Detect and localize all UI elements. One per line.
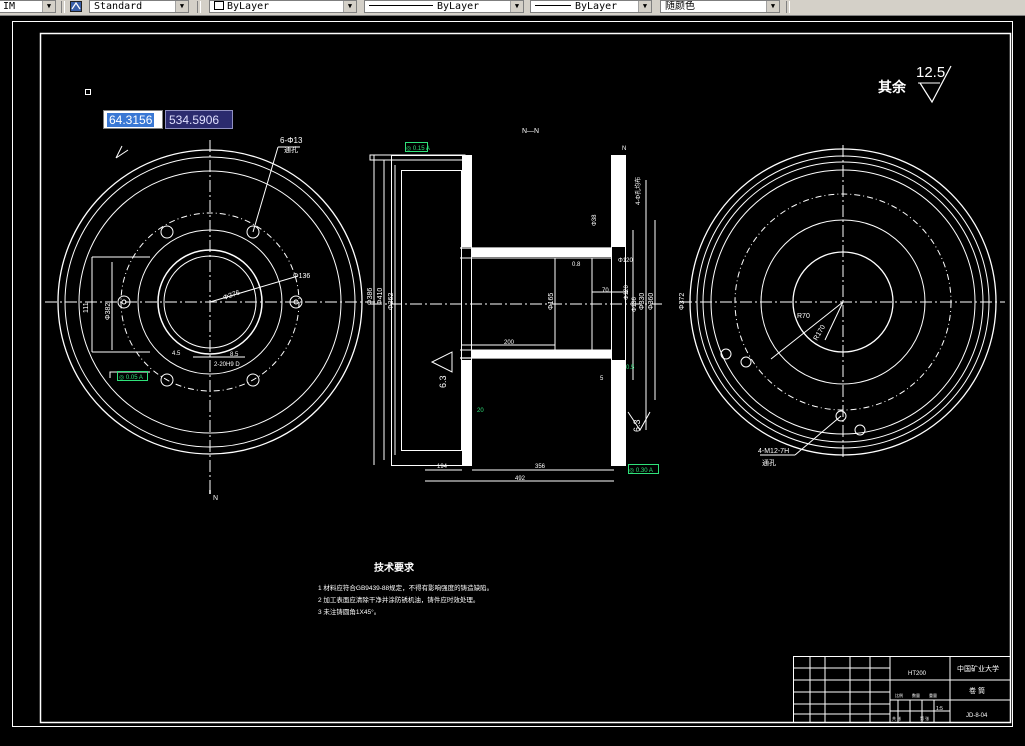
right-view [680, 145, 1005, 460]
tb-material: HT200 [908, 671, 927, 677]
sec-dim-7: Φ120 [624, 285, 630, 300]
sec-dim-16: 492 [515, 476, 526, 482]
chevron-down-icon[interactable]: ▼ [343, 1, 356, 12]
section-mark-top: N [622, 146, 626, 152]
left-dim-4: 2-20H9 D [214, 362, 240, 368]
tech-req-line-2: 2 加工表面应清除干净并涂防锈机油，铸件应时效处理。 [318, 595, 479, 604]
plotstyle-combo[interactable]: 随颜色 ▼ [660, 0, 780, 13]
left-dim-6: 8.5 [230, 352, 239, 358]
left-tolerance-text: ◎ 0.05 A [119, 375, 143, 381]
section-mark-bottom: N [213, 495, 218, 502]
lineweight-value: ByLayer [575, 1, 618, 12]
section-labels: N—N N Φ386 Φ410 Φ362 Φ165 Φ330 Φ360 Φ372… [367, 128, 686, 482]
sec-dim-20: 0.5 [626, 365, 635, 371]
section-title: N—N [522, 128, 539, 135]
textstyle-value: Standard [94, 1, 143, 12]
sec-dim-12: 70 [602, 288, 609, 294]
sec-tolerance-bottom: ◎ 0.30 A [629, 468, 653, 474]
roughness-symbol: 其余 12.5 [878, 64, 952, 104]
dimstyle-value: IM [3, 1, 16, 12]
tech-req-title: 技术要求 [374, 561, 415, 574]
drawing-frame [39, 32, 1012, 724]
sec-dim-15: 194 [437, 464, 448, 470]
sec-dim-21: 6.3 [438, 375, 448, 388]
dynamic-input-y[interactable]: 534.5906 [165, 110, 233, 129]
left-holes-note-b: 通孔 [284, 145, 298, 154]
sec-dim-1: Φ410 [377, 288, 384, 305]
linetype-value: ByLayer [437, 1, 480, 12]
textstyle-combo[interactable]: Standard ▼ [89, 0, 189, 13]
tb-small-1: 数量 [912, 692, 920, 698]
sec-dim-19: 5 [600, 376, 604, 382]
chevron-down-icon[interactable]: ▼ [510, 1, 523, 12]
technical-requirements: 技术要求 1 材料应符合GB9439-88规定，不得有影响强度的铸造缺陷。 2 … [318, 561, 493, 616]
tb-scale: 1:5 [936, 706, 943, 712]
sec-dim-23: 0.8 [572, 262, 581, 268]
toolbar-separator [61, 1, 65, 13]
toolbar-separator [786, 1, 790, 13]
tb-drawing-no: JD-8-04 [966, 713, 988, 719]
chevron-down-icon[interactable]: ▼ [175, 1, 188, 12]
right-dim-3: 通孔 [762, 458, 776, 467]
chevron-down-icon[interactable]: ▼ [766, 1, 779, 12]
left-dim-0: Φ136 [293, 273, 310, 280]
left-dim-1: Φ276 [222, 289, 241, 302]
right-dim-0: R70 [797, 313, 810, 320]
roughness-symbol-small [430, 351, 453, 373]
tb-part-name: 卷 筒 [969, 686, 985, 695]
tb-small-4: 第 张 [920, 715, 929, 721]
tb-small-0: 比例 [895, 692, 903, 698]
right-dim-2: 4-M12-7H [758, 448, 789, 455]
linetype-preview-icon [369, 5, 433, 6]
sec-dim-8: Φ136 [632, 297, 638, 312]
plotstyle-value: 随颜色 [665, 1, 695, 12]
sec-dim-11: 4-Φ孔均布 [634, 177, 642, 205]
sec-dim-10: Φ38 [592, 214, 598, 226]
sec-dim-4: Φ330 [639, 293, 646, 310]
color-value: ByLayer [227, 1, 270, 12]
left-view [45, 140, 375, 494]
sec-dim-0: Φ386 [367, 288, 374, 305]
left-dim-5: 4.5 [172, 351, 181, 357]
roughness-label: 其余 [878, 79, 907, 95]
title-block-labels: HT200 中国矿业大学 卷 筒 1:5 JD-8-04 比例 数量 重量 共 … [892, 664, 999, 721]
sec-dim-6: Φ372 [679, 293, 686, 310]
lineweight-preview-icon [535, 5, 571, 6]
sec-dim-13: 200 [504, 340, 515, 346]
roughness-value: 12.5 [916, 64, 945, 81]
dynamic-input-y-value: 534.5906 [169, 113, 220, 127]
pickbox-cursor [85, 89, 91, 95]
toolbar-separator [197, 1, 201, 13]
linetype-combo[interactable]: ByLayer ▼ [364, 0, 524, 13]
lineweight-combo[interactable]: ByLayer ▼ [530, 0, 652, 13]
chevron-down-icon[interactable]: ▼ [42, 1, 55, 12]
sec-dim-5: Φ360 [648, 293, 655, 310]
pointer-cursor [115, 145, 129, 159]
sec-dim-2: Φ362 [388, 293, 395, 310]
tech-req-line-1: 1 材料应符合GB9439-88规定，不得有影响强度的铸造缺陷。 [318, 583, 493, 592]
dynamic-input-x[interactable]: 64.3156 [103, 110, 163, 129]
tb-small-3: 共 张 [892, 715, 901, 721]
color-swatch-icon [214, 1, 224, 10]
properties-toolbar: IM ▼ Standard ▼ ByLayer ▼ ByLayer ▼ ByLa… [0, 0, 1025, 16]
left-dim-2: 111 [83, 302, 90, 313]
left-dim-3: Φ382 [105, 303, 112, 320]
left-holes-note: 6-Φ13 [280, 136, 303, 145]
sec-dim-17: 20 [477, 408, 484, 414]
tb-small-2: 重量 [929, 692, 937, 698]
tb-university: 中国矿业大学 [957, 664, 999, 673]
text-style-icon[interactable] [70, 1, 82, 12]
section-hatch [369, 154, 626, 465]
sec-dim-9: Φ120 [618, 258, 633, 264]
dynamic-input-x-value: 64.3156 [107, 113, 155, 127]
sec-dim-14: 356 [535, 464, 546, 470]
tech-req-line-3: 3 未注铸圆角1X45°。 [318, 607, 380, 616]
sec-dim-18: 7.5 [488, 352, 497, 358]
color-combo[interactable]: ByLayer ▼ [209, 0, 357, 13]
sec-dim-3: Φ165 [548, 293, 555, 310]
sec-tolerance-top: ◎ 0.15 A [406, 146, 430, 152]
dimstyle-combo[interactable]: IM ▼ [0, 0, 56, 13]
chevron-down-icon[interactable]: ▼ [638, 1, 651, 12]
